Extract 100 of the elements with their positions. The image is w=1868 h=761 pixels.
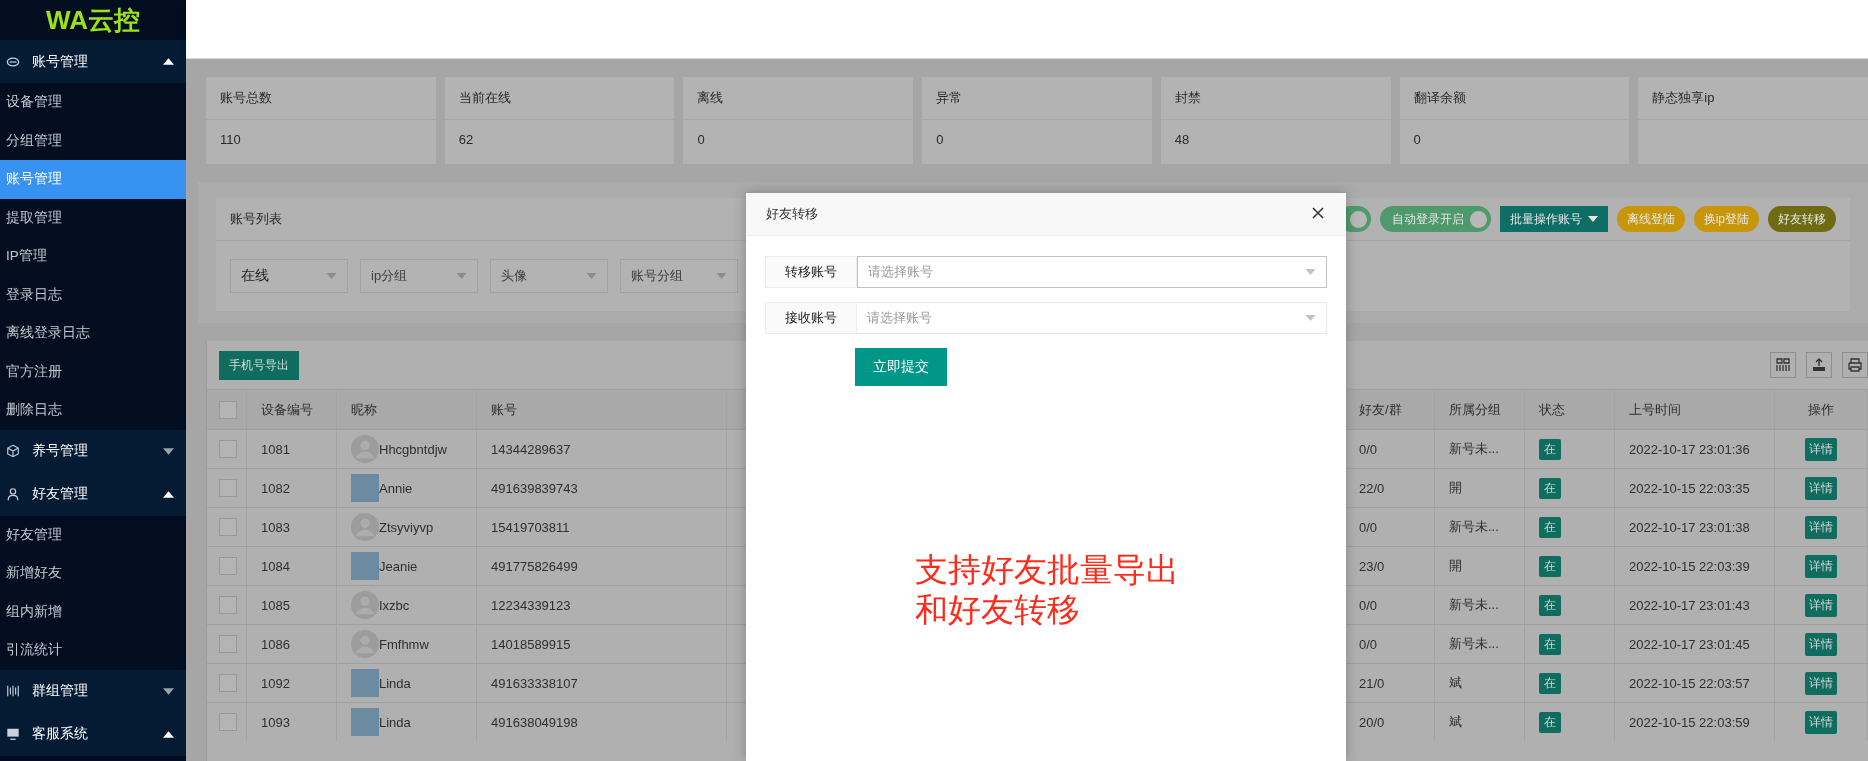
table-cell: 1086 [247,625,337,663]
checkbox[interactable] [219,440,237,458]
table-cell: 2022-10-15 22:03:35 [1615,469,1775,507]
caret-icon [326,273,337,279]
column-header: 所属分组 [1435,390,1525,429]
checkbox[interactable] [219,557,237,575]
columns-icon[interactable] [1770,352,1796,378]
detail-button[interactable]: 详情 [1805,632,1837,656]
sidebar-group[interactable]: 好友管理 [0,472,186,516]
link-icon [6,54,20,69]
sidebar-group[interactable]: 账号管理 [0,40,186,83]
caret-icon [1587,216,1598,222]
stat-label: 账号总数 [206,77,436,120]
stat-value: 48 [1173,131,1191,149]
table-cell: 新号未... [1435,508,1525,546]
export-icon[interactable] [1806,352,1832,378]
action-button[interactable]: 批量操作账号 [1499,206,1608,232]
status-badge: 在 [1539,672,1561,694]
filter-select[interactable]: 在线 [230,259,348,293]
column-header: 账号 [477,390,727,429]
status-badge: 在 [1539,594,1561,616]
stat-label: 静态独享ip [1638,77,1868,120]
table-cell: 1082 [247,469,337,507]
select-field[interactable]: 请选择账号 [857,302,1327,334]
stat-value: 0 [1412,131,1422,149]
filter-select[interactable]: 账号分组 [620,259,738,293]
logo: WA云控 [45,4,141,37]
status-badge: 在 [1539,438,1561,460]
sidebar-item[interactable]: 账号管理 [0,160,186,199]
checkbox[interactable] [219,635,237,653]
export-button[interactable]: 手机号导出 [219,350,299,380]
detail-button[interactable]: 详情 [1805,515,1837,539]
table-cell: 1085 [247,586,337,624]
stat-label: 离线 [683,77,914,120]
stat-value: 110 [219,131,242,149]
detail-button[interactable]: 详情 [1805,710,1837,734]
table-cell: 15419703811 [477,508,727,546]
caret-icon [163,447,174,455]
column-header: 上号时间 [1615,390,1775,429]
detail-button[interactable]: 详情 [1805,554,1837,578]
sidebar-group[interactable]: 客服系统 [0,712,186,756]
table-cell: 2022-10-15 22:03:59 [1615,703,1775,741]
annotation-text: 支持好友批量导出 [915,550,1180,590]
print-icon[interactable] [1842,352,1868,378]
select-field[interactable]: 请选择账号 [857,256,1327,288]
filter-select[interactable]: ip分组 [360,259,478,293]
submit-button[interactable]: 立即提交 [855,348,947,386]
detail-button[interactable]: 详情 [1805,437,1837,461]
table-cell: 新号未... [1435,430,1525,468]
status-badge: 在 [1539,516,1561,538]
table-cell: 2022-10-15 22:03:57 [1615,664,1775,702]
checkbox[interactable] [219,674,237,692]
table-cell: Ixzbc [379,597,410,613]
cube-icon [6,444,20,458]
caret-icon [1305,269,1316,275]
caret-icon [163,687,174,695]
table-cell: 2022-10-15 22:03:39 [1615,547,1775,585]
stat-label: 异常 [922,77,1152,120]
monitor-icon [6,727,20,741]
table-cell: 2022-10-17 23:01:45 [1615,625,1775,663]
stat-value: 0 [935,131,945,149]
filter-select[interactable]: 头像 [490,259,608,293]
table-cell: 開 [1435,547,1525,585]
stat-label: 封禁 [1160,77,1391,120]
detail-button[interactable]: 详情 [1805,476,1837,500]
table-cell: Fmfhmw [379,636,429,652]
column-header: 设备编号 [247,390,337,429]
column-header: 昵称 [337,390,477,429]
stat-value: 0 [696,131,706,149]
checkbox[interactable] [219,400,237,419]
close-icon[interactable] [1312,207,1326,221]
caret-icon [163,58,174,65]
caret-icon [163,490,174,498]
status-badge: 在 [1539,711,1561,733]
checkbox[interactable] [219,518,237,536]
detail-button[interactable]: 详情 [1805,671,1837,695]
table-cell: 斌 [1435,703,1525,741]
person-icon [6,487,20,501]
table-cell: Annie [379,480,413,496]
sidebar-group[interactable]: 养号管理 [0,429,186,473]
detail-button[interactable]: 详情 [1805,593,1837,617]
table-cell: 491639839743 [477,469,727,507]
table-cell: 12234339123 [477,586,727,624]
caret-icon [163,730,174,738]
caret-icon [456,273,467,279]
stat-label: 翻译余额 [1399,77,1630,120]
panel-title: 账号列表 [230,210,282,228]
action-button[interactable]: 好友转移 [1768,206,1836,232]
toggle-switch[interactable]: 自动登录开启 [1379,206,1491,232]
table-cell: 491775826499 [477,547,727,585]
table-cell: 14018589915 [477,625,727,663]
checkbox[interactable] [219,479,237,497]
columns-icon [6,684,20,698]
table-cell: 1081 [247,430,337,468]
caret-icon [716,273,727,279]
sidebar-group[interactable]: 群组管理 [0,669,186,713]
table-cell: 2022-10-17 23:01:43 [1615,586,1775,624]
checkbox[interactable] [219,713,237,731]
caret-icon [1305,315,1316,321]
checkbox[interactable] [219,596,237,614]
